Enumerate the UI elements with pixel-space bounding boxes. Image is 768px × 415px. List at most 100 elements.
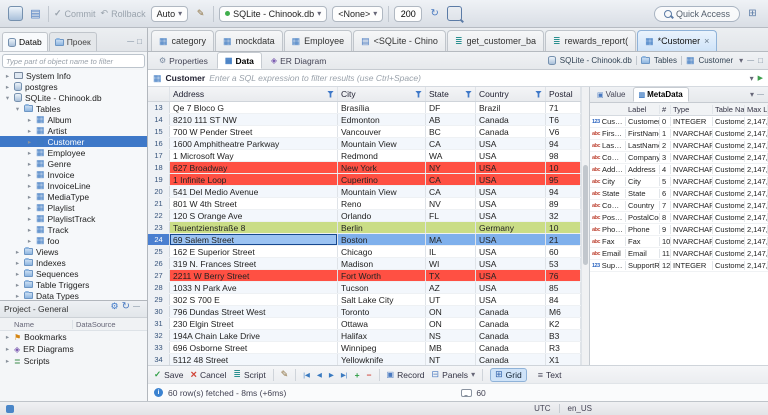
- cell-city[interactable]: Edmonton: [338, 114, 426, 125]
- cell-postal[interactable]: 94: [546, 186, 581, 197]
- refresh-icon[interactable]: [427, 6, 442, 21]
- tree-expander-icon[interactable]: ▸: [4, 357, 11, 365]
- cell-country[interactable]: USA: [476, 258, 546, 269]
- cell-postal[interactable]: 98: [546, 150, 581, 161]
- commit-button[interactable]: Commit: [54, 8, 96, 19]
- cell-address[interactable]: 194A Chain Lake Drive: [170, 330, 338, 341]
- breadcrumb-table[interactable]: Customer: [698, 56, 733, 65]
- cell-postal[interactable]: 10: [546, 162, 581, 173]
- cell-country[interactable]: USA: [476, 150, 546, 161]
- cell-address[interactable]: 162 E Superior Street: [170, 246, 338, 257]
- tree-item[interactable]: ▸ foo: [0, 235, 147, 246]
- column-header-postal[interactable]: Postal: [546, 87, 581, 101]
- cell-city[interactable]: Madison: [338, 258, 426, 269]
- filter-icon[interactable]: [327, 90, 334, 98]
- table-row[interactable]: 21 801 W 4th Street Reno NV USA 89: [148, 198, 581, 210]
- perspective-icon[interactable]: [745, 6, 760, 21]
- metadata-max-length[interactable]: 2,147,483,647: [745, 237, 768, 246]
- metadata-type[interactable]: NVARCHAR: [671, 201, 713, 210]
- last-row-icon[interactable]: [341, 371, 348, 379]
- cell-address[interactable]: 8210 111 ST NW: [170, 114, 338, 125]
- tree-item[interactable]: ▸ Customer: [0, 136, 147, 147]
- editor-tab[interactable]: Employee: [283, 30, 353, 51]
- row-number[interactable]: 14: [148, 114, 170, 125]
- cell-state[interactable]: WA: [426, 150, 476, 161]
- table-row[interactable]: 18 627 Broadway New York NY USA 10: [148, 162, 581, 174]
- cell-postal[interactable]: T6: [546, 114, 581, 125]
- cell-address[interactable]: 801 W 4th Street: [170, 198, 338, 209]
- chevron-down-icon[interactable]: [739, 56, 743, 65]
- metadata-row[interactable]: Phone Phone 9 NVARCHAR Customer 2,147,48…: [590, 224, 768, 236]
- metadata-max-length[interactable]: 2,147,483,647: [745, 189, 768, 198]
- tree-expander-icon[interactable]: ▸: [26, 182, 33, 190]
- metadata-table-name[interactable]: Customer: [713, 237, 745, 246]
- metadata-row[interactable]: Email Email 11 NVARCHAR Customer 2,147,4…: [590, 248, 768, 260]
- editor-tab[interactable]: rewards_report(: [545, 30, 637, 51]
- edit-icon[interactable]: [193, 6, 208, 21]
- metadata-label[interactable]: SupportRepId: [626, 261, 660, 270]
- table-row[interactable]: 34 5112 48 Street Yellowknife NT Canada …: [148, 354, 581, 365]
- metadata-table-name[interactable]: Customer: [713, 129, 745, 138]
- cell-address[interactable]: 302 S 700 E: [170, 294, 338, 305]
- cell-address[interactable]: Tauentzienstraße 8: [170, 222, 338, 233]
- metadata-table-name[interactable]: Customer: [713, 177, 745, 186]
- tree-expander-icon[interactable]: ▸: [26, 138, 33, 146]
- row-number[interactable]: 30: [148, 306, 170, 317]
- metadata-label[interactable]: PostalCode: [626, 213, 660, 222]
- column-header-state[interactable]: State: [426, 87, 476, 101]
- add-row-icon[interactable]: [355, 370, 360, 380]
- cell-postal[interactable]: V6: [546, 126, 581, 137]
- editor-tab[interactable]: *Customer: [637, 30, 718, 51]
- cell-city[interactable]: Chicago: [338, 246, 426, 257]
- cell-state[interactable]: TX: [426, 270, 476, 281]
- cell-state[interactable]: MB: [426, 342, 476, 353]
- cell-address[interactable]: 2211 W Berry Street: [170, 270, 338, 281]
- cell-country[interactable]: USA: [476, 246, 546, 257]
- cell-country[interactable]: Canada: [476, 306, 546, 317]
- cell-city[interactable]: Halifax: [338, 330, 426, 341]
- metadata-label[interactable]: FirstName: [626, 129, 660, 138]
- metadata-row[interactable]: Country Country 7 NVARCHAR Customer 2,14…: [590, 200, 768, 212]
- row-number[interactable]: 24: [148, 234, 170, 245]
- metadata-type[interactable]: NVARCHAR: [671, 225, 713, 234]
- cell-city[interactable]: Redmond: [338, 150, 426, 161]
- cell-postal[interactable]: 76: [546, 270, 581, 281]
- cell-country[interactable]: Canada: [476, 318, 546, 329]
- tree-expander-icon[interactable]: ▾: [4, 94, 11, 102]
- metadata-label[interactable]: Address: [626, 165, 660, 174]
- metadata-type[interactable]: NVARCHAR: [671, 153, 713, 162]
- cell-country[interactable]: USA: [476, 186, 546, 197]
- filter-icon[interactable]: [415, 90, 422, 98]
- tree-expander-icon[interactable]: ▸: [14, 292, 21, 300]
- table-row[interactable]: 31 230 Elgin Street Ottawa ON Canada K2: [148, 318, 581, 330]
- metadata-type[interactable]: INTEGER: [671, 117, 713, 126]
- table-row[interactable]: 15 700 W Pender Street Vancouver BC Cana…: [148, 126, 581, 138]
- tree-expander-icon[interactable]: ▸: [26, 160, 33, 168]
- metadata-max-length[interactable]: 2,147,483,647: [745, 201, 768, 210]
- cell-city[interactable]: Orlando: [338, 210, 426, 221]
- cell-city[interactable]: Mountain View: [338, 138, 426, 149]
- metadata-max-length[interactable]: 2,147,483,647: [745, 225, 768, 234]
- cell-state[interactable]: MA: [426, 234, 476, 245]
- metadata-label[interactable]: Phone: [626, 225, 660, 234]
- script-button[interactable]: Script: [233, 370, 266, 380]
- cell-postal[interactable]: B3: [546, 330, 581, 341]
- sql-filter-input[interactable]: [209, 71, 746, 85]
- tree-expander-icon[interactable]: ▸: [26, 226, 33, 234]
- row-number[interactable]: 17: [148, 150, 170, 161]
- metadata-table-name[interactable]: Customer: [713, 213, 745, 222]
- tab-er-diagram[interactable]: ER Diagram: [264, 52, 333, 69]
- row-number[interactable]: 15: [148, 126, 170, 137]
- project-tree-item[interactable]: ▸ ER Diagrams: [0, 343, 147, 355]
- filter-icon[interactable]: [465, 90, 472, 98]
- quick-access-button[interactable]: Quick Access: [653, 5, 740, 22]
- metadata-max-length[interactable]: 2,147,483,647: [745, 153, 768, 162]
- table-row[interactable]: 33 696 Osborne Street Winnipeg MB Canada…: [148, 342, 581, 354]
- table-row[interactable]: 14 8210 111 ST NW Edmonton AB Canada T6: [148, 114, 581, 126]
- row-number[interactable]: 32: [148, 330, 170, 341]
- tree-expander-icon[interactable]: ▸: [26, 215, 33, 223]
- cell-postal[interactable]: 21: [546, 234, 581, 245]
- row-number[interactable]: 20: [148, 186, 170, 197]
- connection-select[interactable]: SQLite - Chinook.db: [219, 5, 328, 22]
- cell-state[interactable]: NV: [426, 198, 476, 209]
